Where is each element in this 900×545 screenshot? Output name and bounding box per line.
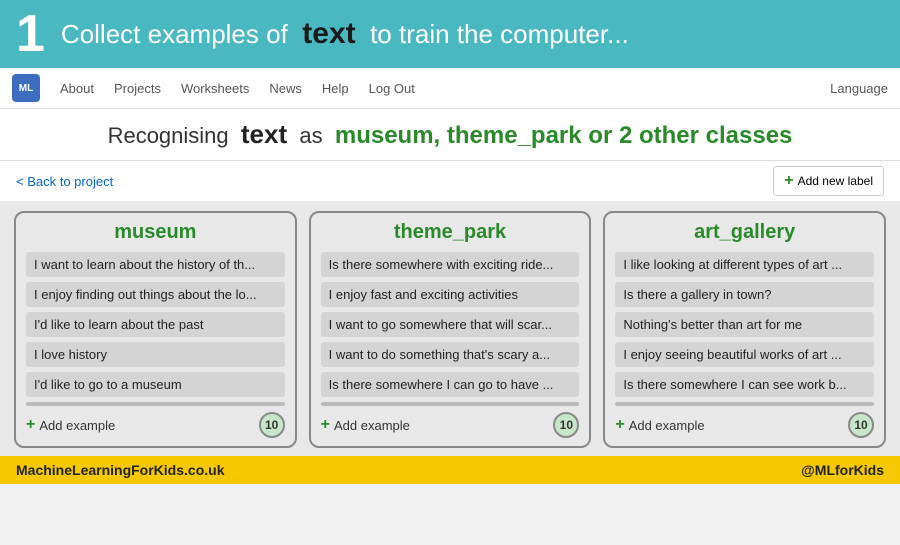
theme-park-title: theme_park bbox=[321, 221, 580, 244]
list-item: Is there somewhere I can see work b... bbox=[615, 372, 874, 397]
list-item: Is there somewhere I can go to have ... bbox=[321, 372, 580, 397]
list-item: I love history bbox=[26, 342, 285, 367]
add-example-label: Add example bbox=[629, 418, 705, 433]
museum-footer: + Add example 10 bbox=[26, 412, 285, 438]
art-gallery-footer: + Add example 10 bbox=[615, 412, 874, 438]
page-footer: MachineLearningForKids.co.uk @MLforKids bbox=[0, 456, 900, 484]
museum-column: museum I want to learn about the history… bbox=[14, 211, 297, 448]
nav-help[interactable]: Help bbox=[322, 81, 349, 96]
add-label-text: Add new label bbox=[798, 174, 873, 188]
art-gallery-title: art_gallery bbox=[615, 221, 874, 244]
sub-prefix: Recognising bbox=[108, 123, 229, 148]
list-item: I want to learn about the history of th.… bbox=[26, 252, 285, 277]
add-example-button-theme-park[interactable]: + Add example bbox=[321, 414, 410, 436]
nav-news[interactable]: News bbox=[269, 81, 302, 96]
list-item: Nothing's better than art for me bbox=[615, 312, 874, 337]
list-item: I like looking at different types of art… bbox=[615, 252, 874, 277]
list-item: I enjoy fast and exciting activities bbox=[321, 282, 580, 307]
theme-park-column: theme_park Is there somewhere with excit… bbox=[309, 211, 592, 448]
museum-count-badge: 10 bbox=[259, 412, 285, 438]
plus-icon: + bbox=[26, 416, 35, 434]
list-item: I'd like to go to a museum bbox=[26, 372, 285, 397]
sub-word: text bbox=[241, 119, 287, 149]
art-gallery-column: art_gallery I like looking at different … bbox=[603, 211, 886, 448]
list-item: I want to do something that's scary a... bbox=[321, 342, 580, 367]
list-item: I'd like to learn about the past bbox=[26, 312, 285, 337]
language-label: Language bbox=[830, 81, 888, 96]
list-item: I enjoy finding out things about the lo.… bbox=[26, 282, 285, 307]
step-number: 1 bbox=[16, 8, 45, 60]
plus-icon: + bbox=[784, 172, 793, 190]
theme-park-count-badge: 10 bbox=[553, 412, 579, 438]
nav-about[interactable]: About bbox=[60, 81, 94, 96]
nav-logo: ML bbox=[12, 74, 40, 102]
footer-left: MachineLearningForKids.co.uk bbox=[16, 462, 224, 478]
scrollbar[interactable] bbox=[615, 402, 874, 406]
list-item: Is there somewhere with exciting ride... bbox=[321, 252, 580, 277]
scrollbar[interactable] bbox=[321, 402, 580, 406]
plus-icon: + bbox=[615, 416, 624, 434]
add-example-label: Add example bbox=[334, 418, 410, 433]
header-bar: 1 Collect examples of text to train the … bbox=[0, 0, 900, 68]
nav-projects[interactable]: Projects bbox=[114, 81, 161, 96]
plus-icon: + bbox=[321, 416, 330, 434]
back-link[interactable]: < Back to project bbox=[16, 174, 113, 189]
list-item: I want to go somewhere that will scar... bbox=[321, 312, 580, 337]
add-new-label-button[interactable]: + Add new label bbox=[773, 166, 884, 196]
main-content: museum I want to learn about the history… bbox=[0, 201, 900, 456]
theme-park-footer: + Add example 10 bbox=[321, 412, 580, 438]
nav-bar: ML About Projects Worksheets News Help L… bbox=[0, 68, 900, 109]
list-item: I enjoy seeing beautiful works of art ..… bbox=[615, 342, 874, 367]
add-example-button-art-gallery[interactable]: + Add example bbox=[615, 414, 704, 436]
nav-worksheets[interactable]: Worksheets bbox=[181, 81, 249, 96]
sub-classes: museum, theme_park or 2 other classes bbox=[335, 122, 793, 149]
nav-logout[interactable]: Log Out bbox=[369, 81, 415, 96]
footer-right: @MLforKids bbox=[801, 462, 884, 478]
header-suffix: to train the computer... bbox=[370, 19, 629, 49]
art-gallery-count-badge: 10 bbox=[848, 412, 874, 438]
list-item: Is there a gallery in town? bbox=[615, 282, 874, 307]
header-text: Collect examples of text to train the co… bbox=[61, 17, 629, 51]
museum-title: museum bbox=[26, 221, 285, 244]
sub-header: Recognising text as museum, theme_park o… bbox=[0, 109, 900, 161]
header-bold-word: text bbox=[302, 17, 355, 50]
add-example-button-museum[interactable]: + Add example bbox=[26, 414, 115, 436]
scrollbar[interactable] bbox=[26, 402, 285, 406]
sub-middle: as bbox=[299, 123, 322, 148]
header-prefix: Collect examples of bbox=[61, 19, 288, 49]
add-example-label: Add example bbox=[39, 418, 115, 433]
